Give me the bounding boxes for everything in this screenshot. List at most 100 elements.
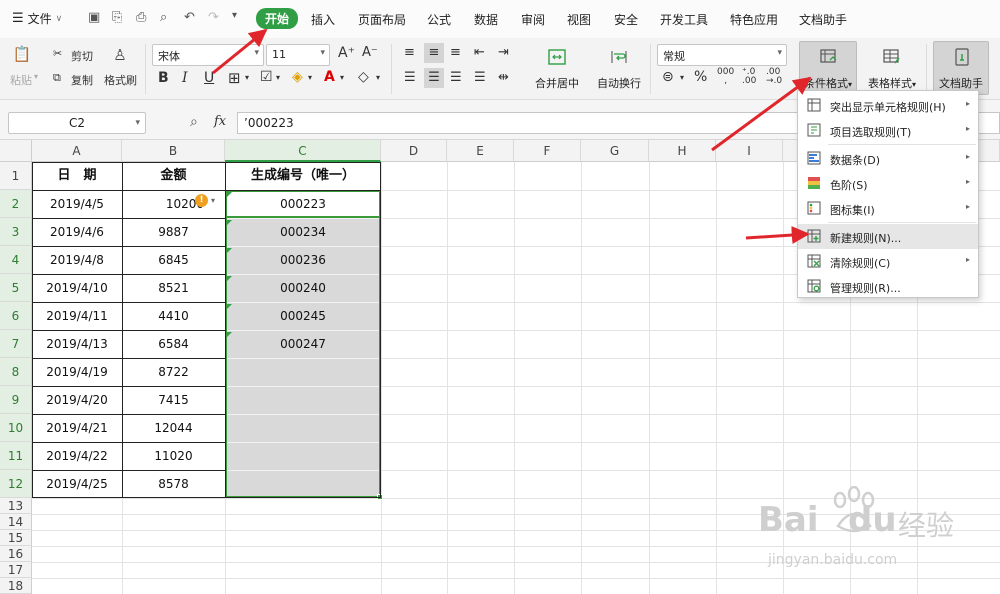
tab-page-layout[interactable]: 页面布局 xyxy=(358,11,406,28)
undo-icon[interactable]: ↶ xyxy=(184,10,195,25)
tab-developer[interactable]: 开发工具 xyxy=(660,11,708,28)
header-cell-amount[interactable]: 金额 xyxy=(122,162,225,190)
increase-decimal-icon[interactable]: ⁺.0.00 xyxy=(742,68,756,86)
select-all-corner[interactable] xyxy=(0,140,32,162)
table-style-button[interactable]: 表格样式▾ xyxy=(862,42,922,96)
chevron-down-icon[interactable]: ▾ xyxy=(211,196,215,205)
cell-date[interactable]: 2019/4/10 xyxy=(32,274,122,302)
cell-amount[interactable]: 10200 xyxy=(122,190,204,218)
tab-home[interactable]: 开始 xyxy=(256,8,299,29)
row-header-10[interactable]: 10 xyxy=(0,414,32,442)
row-header-7[interactable]: 7 xyxy=(0,330,32,358)
cell-date[interactable]: 2019/4/5 xyxy=(32,190,122,218)
bold-icon[interactable]: B xyxy=(158,70,169,86)
warning-icon[interactable]: ! xyxy=(195,194,208,207)
cell-amount[interactable]: 8521 xyxy=(122,274,225,302)
copy-icon[interactable]: ⧉ xyxy=(53,71,61,85)
column-header-c[interactable]: C xyxy=(225,140,381,162)
font-size-select[interactable]: 11 ▾ xyxy=(266,44,330,66)
column-header-b[interactable]: B xyxy=(122,140,225,162)
wrap-text-button[interactable]: 自动换行 xyxy=(592,42,646,96)
row-header-1[interactable]: 1 xyxy=(0,162,32,190)
number-format-select[interactable]: 常规 ▾ xyxy=(657,44,787,66)
cell-date[interactable]: 2019/4/11 xyxy=(32,302,122,330)
chevron-down-icon[interactable]: ▾ xyxy=(376,73,380,82)
chevron-down-icon[interactable]: ▾ xyxy=(680,73,684,82)
cell-date[interactable]: 2019/4/13 xyxy=(32,330,122,358)
export-icon[interactable]: ⎘ xyxy=(112,10,122,25)
distributed-icon[interactable]: ⇹ xyxy=(498,70,509,85)
cell-date[interactable]: 2019/4/21 xyxy=(32,414,122,442)
cell-amount[interactable]: 12044 xyxy=(122,414,225,442)
decrease-font-icon[interactable]: A⁻ xyxy=(362,45,378,60)
cell-style-icon[interactable]: ☑ xyxy=(260,69,273,85)
percent-icon[interactable]: % xyxy=(694,69,707,85)
row-header-5[interactable]: 5 xyxy=(0,274,32,302)
cell-amount[interactable]: 7415 xyxy=(122,386,225,414)
menu-item-icon-sets[interactable]: 图标集(I) ▸ xyxy=(798,196,978,221)
print-preview-icon[interactable]: ⌕ xyxy=(160,10,167,25)
menu-item-new-rule[interactable]: 新建规则(N)... xyxy=(798,224,978,249)
cell-id[interactable]: 000223 xyxy=(225,190,381,218)
menu-item-highlight-rules[interactable]: 突出显示单元格规则(H) ▸ xyxy=(798,93,978,118)
cell-amount[interactable]: 4410 xyxy=(122,302,225,330)
paste-arrow-icon[interactable]: ▾ xyxy=(34,72,38,81)
menu-item-data-bars[interactable]: 数据条(D) ▸ xyxy=(798,146,978,171)
align-center-icon[interactable]: ☰ xyxy=(424,68,444,88)
cell-date[interactable]: 2019/4/6 xyxy=(32,218,122,246)
cell-id[interactable]: 000236 xyxy=(225,246,381,274)
font-name-select[interactable]: 宋体 ▾ xyxy=(152,44,264,66)
italic-icon[interactable]: I xyxy=(182,70,188,86)
menu-item-manage-rules[interactable]: 管理规则(R)... xyxy=(798,274,978,299)
redo-icon[interactable]: ↷ xyxy=(208,10,219,25)
format-painter-button[interactable]: 格式刷 xyxy=(104,72,137,88)
paste-button[interactable]: 粘贴 xyxy=(10,72,32,88)
underline-icon[interactable]: U xyxy=(204,70,214,86)
merge-center-button[interactable]: 合并居中 xyxy=(530,42,584,96)
cell-date[interactable]: 2019/4/25 xyxy=(32,470,122,498)
header-cell-id[interactable]: 生成编号（唯一） xyxy=(225,162,381,190)
tab-review[interactable]: 审阅 xyxy=(521,11,545,28)
row-header-14[interactable]: 14 xyxy=(0,514,32,530)
file-menu[interactable]: ☰ 文件 ∨ xyxy=(12,10,62,27)
cell-amount[interactable]: 9887 xyxy=(122,218,225,246)
row-header-9[interactable]: 9 xyxy=(0,386,32,414)
cell-id[interactable]: 000247 xyxy=(225,330,381,358)
cell-amount[interactable]: 8722 xyxy=(122,358,225,386)
cell-amount[interactable]: 11020 xyxy=(122,442,225,470)
row-header-2[interactable]: 2 xyxy=(0,190,32,218)
decrease-decimal-icon[interactable]: .00 →.0 xyxy=(766,68,782,86)
currency-icon[interactable]: ⊜ xyxy=(662,69,674,85)
column-header-i[interactable]: I xyxy=(716,140,783,162)
tab-security[interactable]: 安全 xyxy=(614,11,638,28)
print-icon[interactable]: ⎙ xyxy=(136,10,146,25)
save-icon[interactable]: ▣ xyxy=(88,10,100,25)
menu-item-color-scales[interactable]: 色阶(S) ▸ xyxy=(798,171,978,196)
chevron-down-icon[interactable]: ▾ xyxy=(245,73,249,82)
row-header-11[interactable]: 11 xyxy=(0,442,32,470)
menu-item-top-bottom-rules[interactable]: 项目选取规则(T) ▸ xyxy=(798,118,978,143)
tab-special[interactable]: 特色应用 xyxy=(730,11,778,28)
cut-button[interactable]: 剪切 xyxy=(71,48,93,64)
fill-color-icon[interactable]: ◈ xyxy=(292,69,303,85)
menu-item-clear-rules[interactable]: 清除规则(C) ▸ xyxy=(798,249,978,274)
column-header-d[interactable]: D xyxy=(381,140,447,162)
row-header-16[interactable]: 16 xyxy=(0,546,32,562)
row-header-3[interactable]: 3 xyxy=(0,218,32,246)
row-header-12[interactable]: 12 xyxy=(0,470,32,498)
eraser-icon[interactable]: ◇ xyxy=(358,69,369,85)
align-top-icon[interactable]: ≡ xyxy=(404,45,415,60)
cell-date[interactable]: 2019/4/8 xyxy=(32,246,122,274)
cell-amount[interactable]: 8578 xyxy=(122,470,225,498)
font-color-icon[interactable]: A xyxy=(324,69,335,85)
row-header-8[interactable]: 8 xyxy=(0,358,32,386)
row-header-17[interactable]: 17 xyxy=(0,562,32,578)
align-bottom-icon[interactable]: ≡ xyxy=(450,45,461,60)
tab-doc-assistant[interactable]: 文档助手 xyxy=(799,11,847,28)
increase-font-icon[interactable]: A⁺ xyxy=(338,45,355,61)
cell-amount[interactable]: 6845 xyxy=(122,246,225,274)
tab-data[interactable]: 数据 xyxy=(474,11,498,28)
row-header-6[interactable]: 6 xyxy=(0,302,32,330)
column-header-e[interactable]: E xyxy=(447,140,514,162)
cell-date[interactable]: 2019/4/20 xyxy=(32,386,122,414)
